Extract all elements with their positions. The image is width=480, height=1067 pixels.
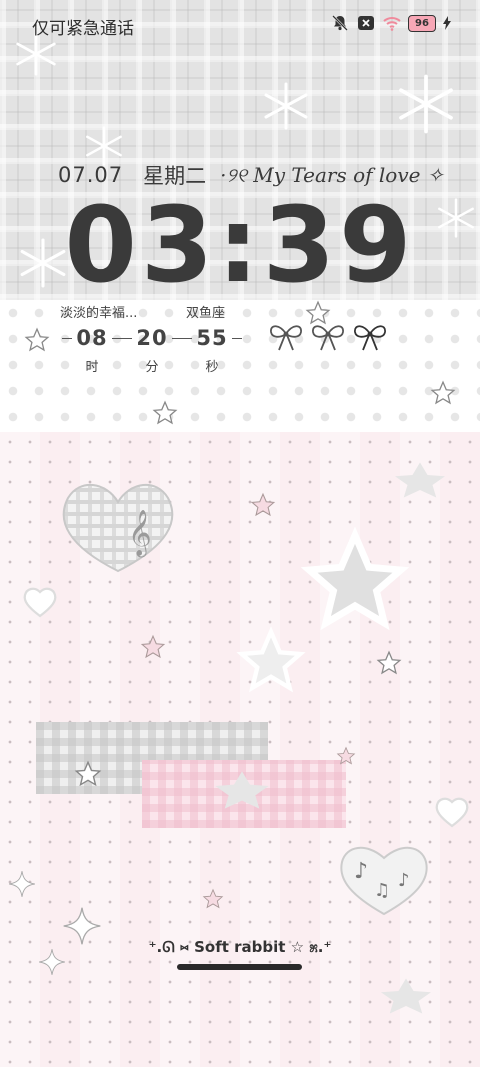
star-outline-icon bbox=[305, 300, 331, 325]
bell-muted-icon bbox=[330, 14, 350, 32]
hours-unit: 时 bbox=[85, 360, 99, 375]
status-icons: 96 bbox=[330, 14, 452, 32]
battery-icon: 96 bbox=[408, 14, 436, 32]
clock-time: 03:39 bbox=[64, 184, 416, 306]
small-star-icon bbox=[202, 888, 224, 909]
emergency-calls-only-text: 仅可紧急通话 bbox=[32, 19, 134, 39]
countdown-units: 时 分 秒 bbox=[76, 356, 228, 375]
countdown-minutes: 20 bbox=[122, 326, 182, 350]
music-heart-icon: ♪ ♫ ♪ bbox=[340, 847, 428, 916]
big-star-icon bbox=[300, 526, 410, 631]
bow-icon bbox=[312, 325, 344, 351]
home-indicator[interactable] bbox=[177, 964, 302, 970]
small-star-icon bbox=[336, 746, 356, 765]
big-star-icon bbox=[215, 771, 269, 809]
countdown-title: 淡淡的幸福... bbox=[60, 306, 138, 321]
heart-icon bbox=[23, 587, 57, 618]
minutes-unit: 分 bbox=[145, 360, 159, 375]
snowflake-icon bbox=[264, 82, 308, 130]
svg-text:♫: ♫ bbox=[374, 880, 390, 901]
sparkle-icon bbox=[9, 871, 35, 897]
star-outline-icon bbox=[152, 400, 178, 425]
plaid-heart-icon: 𝄞 bbox=[62, 483, 174, 573]
star-outline-icon bbox=[24, 327, 50, 352]
big-star-icon bbox=[381, 978, 431, 1014]
small-star-icon bbox=[250, 492, 276, 517]
big-star-icon bbox=[395, 462, 445, 498]
svg-text:♪: ♪ bbox=[354, 859, 368, 884]
small-star-icon bbox=[140, 634, 166, 659]
status-bar: 仅可紧急通话 96 bbox=[0, 0, 480, 48]
countdown-sign: 双鱼座 bbox=[186, 306, 226, 321]
battery-level: 96 bbox=[415, 17, 429, 29]
seconds-unit: 秒 bbox=[205, 360, 219, 375]
snowflake-icon bbox=[399, 74, 453, 134]
countdown-hours: 08 bbox=[62, 326, 122, 350]
soft-rabbit-label: ⁺.ᘏ ⑅ Soft rabbit ☆ ೫.⁺ bbox=[148, 938, 332, 956]
heart-icon bbox=[435, 797, 469, 828]
charging-icon bbox=[442, 14, 452, 32]
sim-off-icon bbox=[356, 14, 376, 32]
bow-icon bbox=[354, 325, 386, 351]
star-outline-icon bbox=[430, 380, 456, 405]
svg-text:♪: ♪ bbox=[398, 870, 410, 891]
wifi-icon bbox=[382, 14, 402, 32]
svg-text:𝄞: 𝄞 bbox=[128, 510, 152, 558]
bow-icon bbox=[270, 325, 302, 351]
big-star-icon bbox=[236, 626, 306, 693]
countdown-numbers: 08 20 55 bbox=[62, 326, 242, 350]
countdown-header: 淡淡的幸福... 双鱼座 bbox=[60, 302, 225, 321]
bow-decorations bbox=[268, 322, 388, 352]
star-outline-icon bbox=[376, 650, 402, 675]
star-outline-icon bbox=[74, 760, 102, 787]
countdown-seconds: 55 bbox=[182, 326, 242, 350]
countdown-widget[interactable]: 淡淡的幸福... 双鱼座 08 20 55 时 分 秒 bbox=[60, 302, 242, 375]
